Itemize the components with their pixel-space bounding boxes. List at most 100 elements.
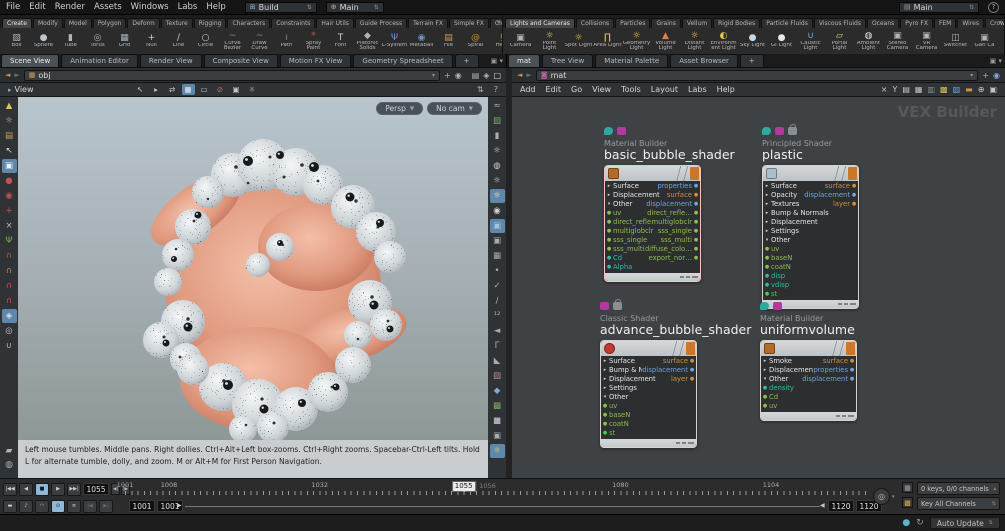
view-tool-icon[interactable]: ▭ <box>198 84 211 95</box>
node-header[interactable] <box>605 166 700 181</box>
network-menu-item[interactable]: Tools <box>621 85 641 94</box>
network-menu-item[interactable]: Go <box>571 85 582 94</box>
network-toolbar-icon[interactable]: Y <box>892 85 897 94</box>
shelf-overflow-icon[interactable]: ▾ <box>999 19 1002 26</box>
display-option-icon[interactable]: ☼ <box>490 144 505 158</box>
node-parameter-row[interactable]: ▸ Surface surface ● <box>601 357 696 366</box>
shelf-tool[interactable]: ◐ Environment Light <box>709 31 738 52</box>
node-name-label[interactable]: basic_bubble_shader <box>604 148 735 162</box>
node-parameter-row[interactable]: ▸ Bump & Nor… displacement ● <box>601 366 696 375</box>
input-connector-icon[interactable]: ● <box>763 263 771 272</box>
input-connector-icon[interactable]: ▸ <box>761 366 769 375</box>
menu-item[interactable]: Labs <box>178 2 198 12</box>
pane-tab[interactable]: Asset Browser <box>670 54 738 67</box>
shelf-tool[interactable]: @ Spiral <box>462 33 489 49</box>
node-parameter-row[interactable]: ● uv <box>763 245 858 254</box>
shelf-tool[interactable]: * Spray Paint <box>300 31 327 52</box>
node-parameter-row[interactable]: ● coatN <box>763 263 858 272</box>
pane-controls-icon[interactable]: ▣ ▾ <box>990 57 1002 65</box>
input-connector-icon[interactable]: ▸ <box>763 182 771 191</box>
shelf-tool[interactable]: ∕ Line <box>165 33 192 49</box>
input-connector-icon[interactable]: ▸ <box>601 384 609 393</box>
network-menu-item[interactable]: Help <box>717 85 735 94</box>
back-icon[interactable]: ◄ <box>517 71 522 79</box>
input-connector-icon[interactable]: ● <box>763 272 771 281</box>
node-badge-icon[interactable] <box>760 302 769 310</box>
shelf-tool[interactable]: ☼ Spot Light <box>564 33 593 49</box>
shelf-tool[interactable]: ∏ Area Light <box>593 33 622 49</box>
input-connector-icon[interactable]: ▸ <box>763 200 771 209</box>
playback-mode-button[interactable]: ◠ <box>35 499 49 513</box>
display-option-icon[interactable]: ◉ <box>490 204 505 218</box>
input-connector-icon[interactable]: ● <box>761 384 769 393</box>
playback-mode-button[interactable]: ▬ <box>3 499 17 513</box>
shelf-tab[interactable]: Particle Fluids <box>761 18 813 28</box>
node-color-tab[interactable] <box>846 342 855 355</box>
input-connector-icon[interactable]: ● <box>601 429 609 438</box>
node-parameter-row[interactable]: ▾ Other <box>763 236 858 245</box>
input-connector-icon[interactable]: ● <box>763 290 771 299</box>
input-connector-icon[interactable]: ▸ <box>601 366 609 375</box>
input-connector-icon[interactable]: ▸ <box>601 375 609 384</box>
playhead-marker[interactable]: 1055 <box>451 481 476 492</box>
shelf-tab[interactable]: Cloud FX <box>489 18 502 28</box>
shelf-tool[interactable]: ○ Circle <box>192 33 219 49</box>
display-option-icon[interactable]: ¹² <box>490 309 505 323</box>
node-parameter-row[interactable]: ▾ Other displacement ● <box>761 375 856 384</box>
pane-tab[interactable]: Composite View <box>203 54 278 67</box>
output-connector-icon[interactable]: ● <box>688 357 696 366</box>
output-connector-icon[interactable]: ● <box>688 375 696 384</box>
node-plastic[interactable]: Principled Shader plastic ▸ Surface surf… <box>762 124 859 309</box>
shelf-tab[interactable]: Deform <box>127 18 160 28</box>
display-option-icon[interactable]: • <box>490 264 505 278</box>
viewport-corner-icon[interactable]: ◍ <box>5 460 13 470</box>
viewport-tool-icon[interactable]: ▤ <box>2 129 17 143</box>
network-toolbar-icon[interactable]: ▩ <box>940 85 948 94</box>
range-slider-right-handle[interactable]: ◀ <box>820 502 825 509</box>
viewport-tool-icon[interactable]: ▲ <box>2 99 17 113</box>
view-tool-icon[interactable]: ⇄ <box>166 84 179 95</box>
network-menu-item[interactable]: Edit <box>546 85 562 94</box>
display-option-icon[interactable]: ≈ <box>490 99 505 113</box>
viewport-tool-icon[interactable]: ◈ <box>1 309 17 323</box>
menu-item[interactable]: Windows <box>131 2 169 12</box>
shelf-tab[interactable]: Particles <box>615 18 651 28</box>
display-option-icon[interactable]: ▩ <box>490 399 505 413</box>
pane-controls-icon[interactable]: ▣ ▾ <box>491 57 503 65</box>
output-connector-icon[interactable]: ● <box>850 200 858 209</box>
node-name-label[interactable]: uniformvolume <box>760 323 857 337</box>
shelf-tab[interactable]: Grains <box>651 18 681 28</box>
shelf-tab[interactable]: Model <box>63 18 92 28</box>
display-option-icon[interactable]: ☼ <box>490 174 505 188</box>
output-connector-icon[interactable]: ● <box>692 218 700 227</box>
shelf-tool[interactable]: ☼ Geometry Light <box>622 31 651 52</box>
node-parameter-row[interactable]: ● Alpha <box>605 263 700 272</box>
snapshot-icon[interactable]: ◉ <box>993 71 1000 80</box>
forward-icon[interactable]: ► <box>526 71 531 79</box>
network-toolbar-icon[interactable]: × <box>881 85 888 94</box>
shelf-tab[interactable]: Lights and Cameras <box>505 18 575 28</box>
node-color-tab[interactable] <box>848 167 857 180</box>
node-parameter-row[interactable]: ● sss_multi diffuse_colo… ● <box>605 245 700 254</box>
node-parameter-row[interactable]: ● st <box>601 429 696 438</box>
shelf-tool[interactable]: § Helix <box>489 33 502 49</box>
chevron-down-icon[interactable]: ▾ <box>892 494 895 500</box>
shelf-overflow-icon[interactable]: ▾ <box>497 19 500 26</box>
current-frame-field[interactable]: 1055 <box>83 483 109 495</box>
transport-button[interactable]: ▶ <box>51 482 65 496</box>
shelf-tab[interactable]: Hair Utils <box>316 18 354 28</box>
network-toolbar-icon[interactable]: ▬ <box>965 85 973 94</box>
node-badge-icon[interactable] <box>617 127 626 135</box>
menu-item[interactable]: Edit <box>29 2 45 12</box>
input-connector-icon[interactable]: ● <box>763 245 771 254</box>
input-connector-icon[interactable]: ● <box>601 411 609 420</box>
output-connector-icon[interactable]: ● <box>850 182 858 191</box>
menu-item[interactable]: Render <box>55 2 85 12</box>
input-connector-icon[interactable]: ▸ <box>605 182 613 191</box>
node-parameter-row[interactable]: ● baseN <box>763 254 858 263</box>
viewport-tool-icon[interactable]: ◉ <box>2 189 17 203</box>
pane-option-icon[interactable]: □ <box>493 71 501 80</box>
shelf-tab[interactable]: Pyro FX <box>900 18 933 28</box>
output-connector-icon[interactable]: ● <box>692 236 700 245</box>
network-toolbar-icon[interactable]: ▣ <box>989 85 997 94</box>
